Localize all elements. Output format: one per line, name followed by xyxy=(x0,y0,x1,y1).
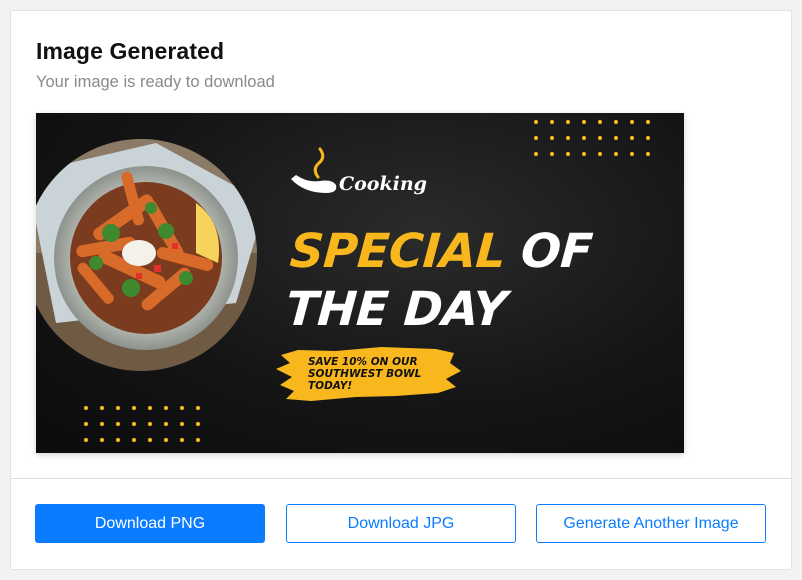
page-subtitle: Your image is ready to download xyxy=(36,73,275,91)
promo-text: SAVE 10% ON OUR SOUTHWEST BOWL TODAY! xyxy=(308,356,422,392)
headline-special: SPECIAL xyxy=(288,224,508,279)
spoon-logo-icon xyxy=(291,147,337,193)
page-title: Image Generated xyxy=(36,38,225,64)
headline-the-day: THE DAY xyxy=(284,282,509,337)
download-png-button[interactable]: Download PNG xyxy=(35,504,265,543)
image-generated-card: Image Generated Your image is ready to d… xyxy=(10,10,792,570)
banner-headline: SPECIAL OF THE DAY xyxy=(284,223,594,339)
generate-another-image-button[interactable]: Generate Another Image xyxy=(536,504,766,543)
brand-logo-text: Cooking xyxy=(339,173,427,195)
food-photo xyxy=(36,139,257,371)
headline-of: OF xyxy=(503,224,595,279)
download-jpg-button[interactable]: Download JPG xyxy=(286,504,516,543)
footer-divider xyxy=(11,478,791,479)
generated-image-preview: Cooking SPECIAL OF THE DAY SAVE 10% ON O… xyxy=(36,113,684,453)
